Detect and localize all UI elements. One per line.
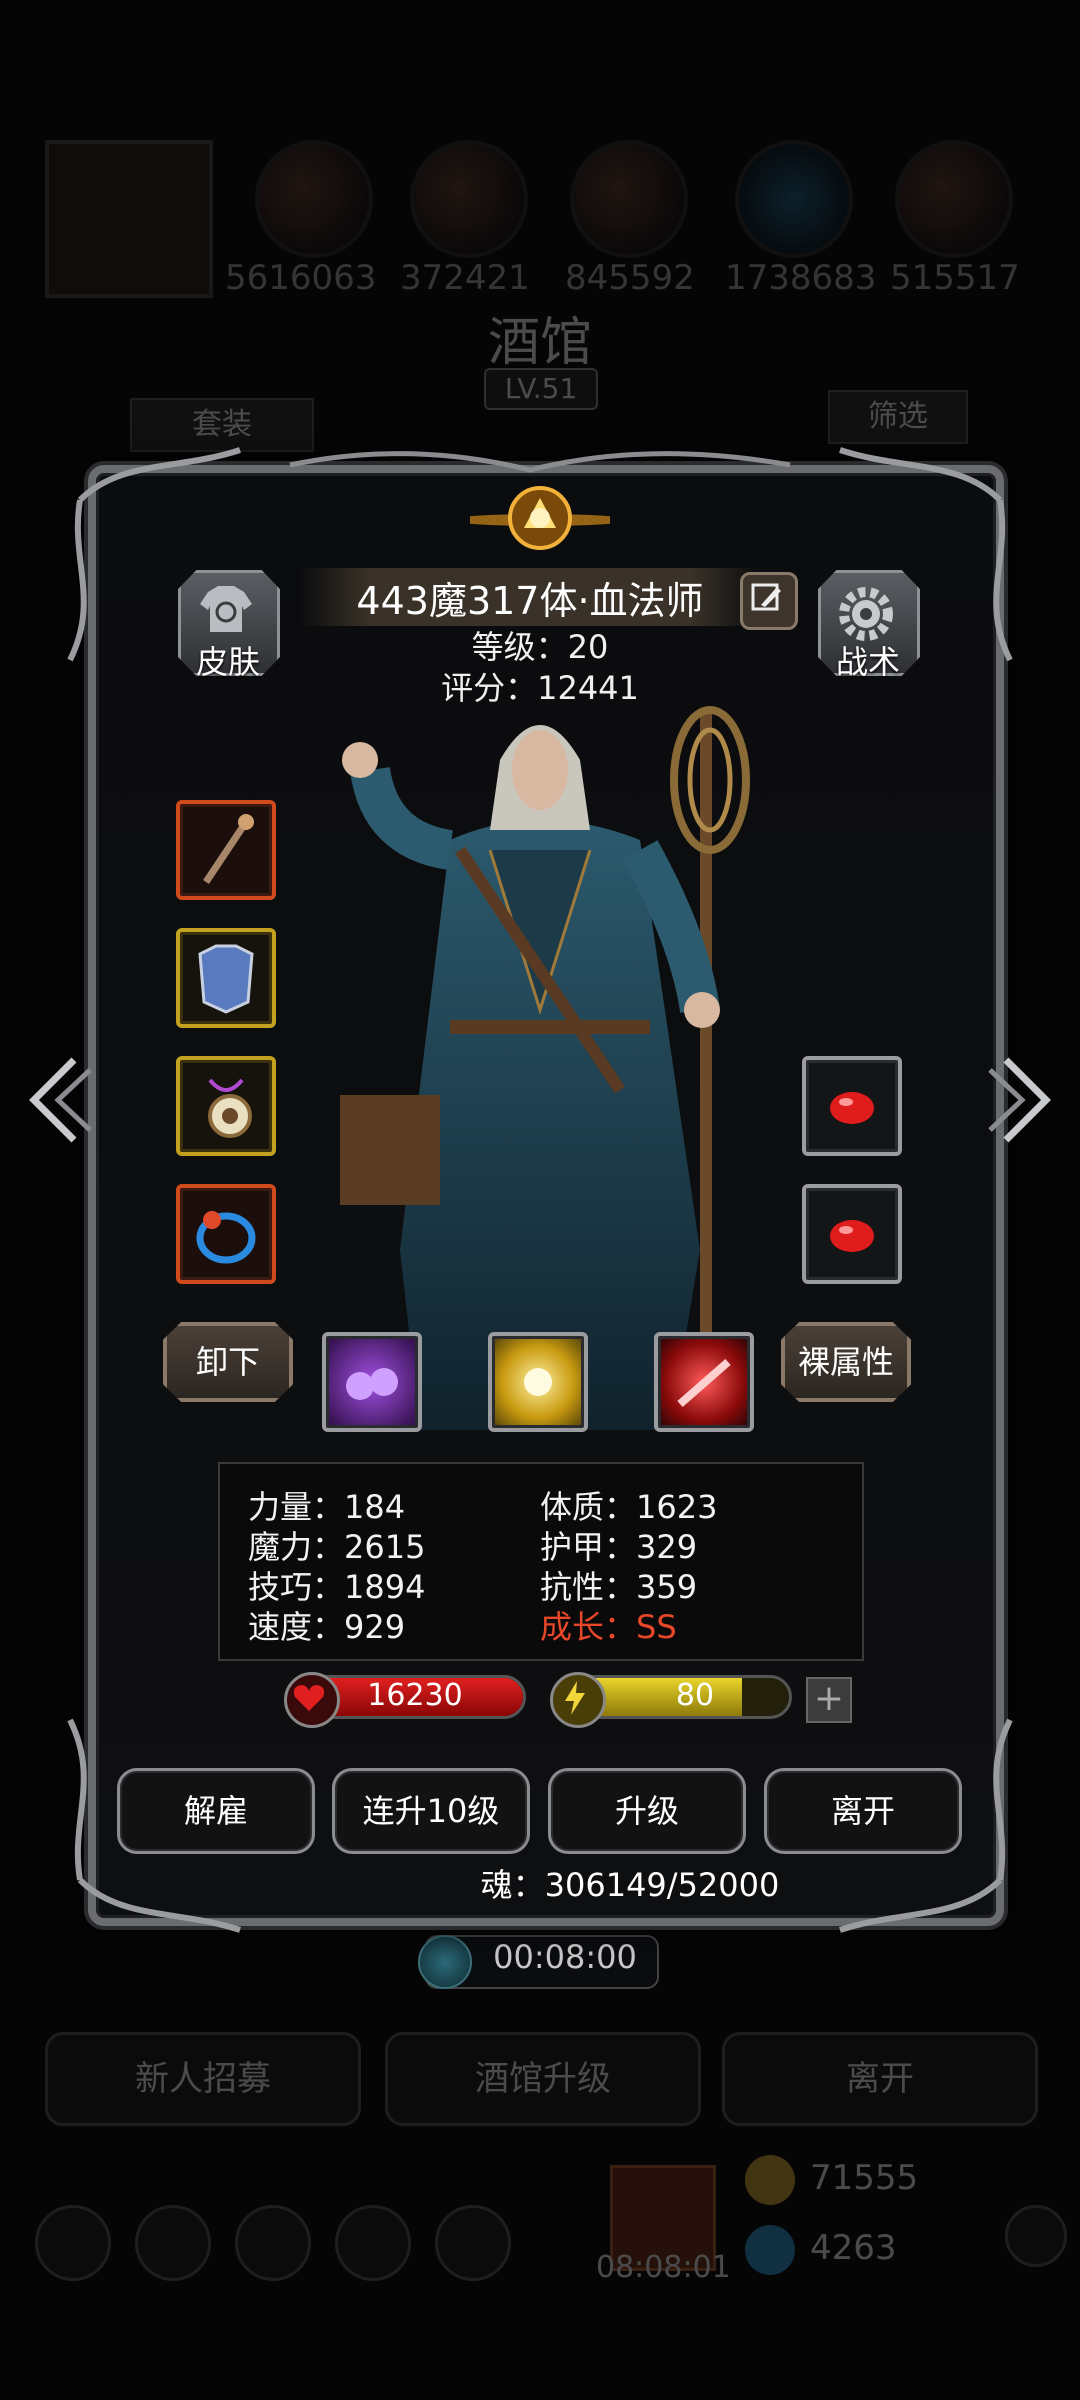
top-slot-number: 1738683 xyxy=(725,258,877,298)
hero-name: 443魔317体·血法师 xyxy=(356,579,704,623)
timer-text: 00:08:00 xyxy=(493,1938,637,1976)
accessory-slot[interactable] xyxy=(176,1056,276,1156)
unequip-button[interactable]: 卸下 xyxy=(163,1322,293,1402)
crest-emblem-icon xyxy=(470,486,610,550)
top-slot-1 xyxy=(255,140,373,258)
timer-icon xyxy=(418,1935,472,1989)
top-slot-number: 372421 xyxy=(400,258,530,298)
top-slot-5 xyxy=(895,140,1013,258)
level-up-button[interactable]: 升级 xyxy=(548,1768,746,1854)
naked-stats-button[interactable]: 裸属性 xyxy=(781,1322,911,1402)
top-slot-2 xyxy=(410,140,528,258)
top-slot-number: 515517 xyxy=(890,258,1020,298)
add-icon[interactable] xyxy=(1005,2205,1067,2267)
pencil-icon xyxy=(751,583,781,611)
stat-speed: 速度：929 xyxy=(248,1608,406,1646)
menu-icon[interactable] xyxy=(235,2205,311,2281)
recruit-button[interactable]: 新人招募 xyxy=(45,2032,361,2126)
stat-growth: 成长：SS xyxy=(540,1608,677,1646)
ring-icon xyxy=(196,1211,256,1264)
tactics-label: 战术 xyxy=(835,643,900,681)
armor-slot[interactable] xyxy=(176,928,276,1028)
armor-icon xyxy=(198,944,254,1014)
holy-burst-skill-icon xyxy=(524,1368,552,1396)
gem-slot-1[interactable] xyxy=(802,1056,902,1156)
next-hero-arrow-icon[interactable] xyxy=(986,1050,1066,1150)
red-gem-icon xyxy=(830,1220,874,1252)
weapon-slot[interactable] xyxy=(176,800,276,900)
shadow-skill-icon xyxy=(346,1368,398,1400)
portrait-slot xyxy=(45,140,213,298)
filter-button[interactable]: 筛选 xyxy=(828,390,968,444)
gold-icon xyxy=(745,2155,795,2205)
skill-slot-3[interactable] xyxy=(654,1332,754,1432)
gem-amount: 4263 xyxy=(810,2228,897,2268)
gold-amount: 71555 xyxy=(810,2158,919,2198)
top-slot-4 xyxy=(735,140,853,258)
menu-icon[interactable] xyxy=(135,2205,211,2281)
skill-slot-2[interactable] xyxy=(488,1332,588,1432)
gem-icon xyxy=(745,2225,795,2275)
upgrade-tavern-button[interactable]: 酒馆升级 xyxy=(385,2032,701,2126)
staff-icon xyxy=(203,814,254,884)
gift-timer: 08:08:01 xyxy=(596,2250,731,2285)
level-up-10-button[interactable]: 连升10级 xyxy=(332,1768,530,1854)
skill-slot-1[interactable] xyxy=(322,1332,422,1432)
top-slot-number: 5616063 xyxy=(225,258,377,298)
skin-label: 皮肤 xyxy=(195,643,260,681)
blood-slash-skill-icon xyxy=(677,1358,731,1408)
menu-icon[interactable] xyxy=(335,2205,411,2281)
gem-slot-2[interactable] xyxy=(802,1184,902,1284)
red-gem-icon xyxy=(830,1092,874,1124)
previous-hero-arrow-icon[interactable] xyxy=(14,1050,94,1150)
leave-button[interactable]: 离开 xyxy=(764,1768,962,1854)
energy-value: 80 xyxy=(675,1678,715,1713)
menu-icon[interactable] xyxy=(35,2205,111,2281)
screen-level: LV.51 xyxy=(484,368,598,410)
amulet-icon xyxy=(208,1078,252,1138)
hp-value: 16230 xyxy=(367,1678,463,1713)
top-slot-3 xyxy=(570,140,688,258)
add-energy-button[interactable]: + xyxy=(806,1677,852,1723)
ring-slot[interactable] xyxy=(176,1184,276,1284)
menu-icon[interactable] xyxy=(435,2205,511,2281)
leave-tavern-button[interactable]: 离开 xyxy=(722,2032,1038,2126)
top-slot-number: 845592 xyxy=(565,258,695,298)
hero-level: 等级：20 xyxy=(471,628,609,666)
dismiss-button[interactable]: 解雇 xyxy=(117,1768,315,1854)
soul-counter: 魂：306149/52000 xyxy=(480,1866,780,1904)
screen-title: 酒馆 xyxy=(487,313,592,373)
